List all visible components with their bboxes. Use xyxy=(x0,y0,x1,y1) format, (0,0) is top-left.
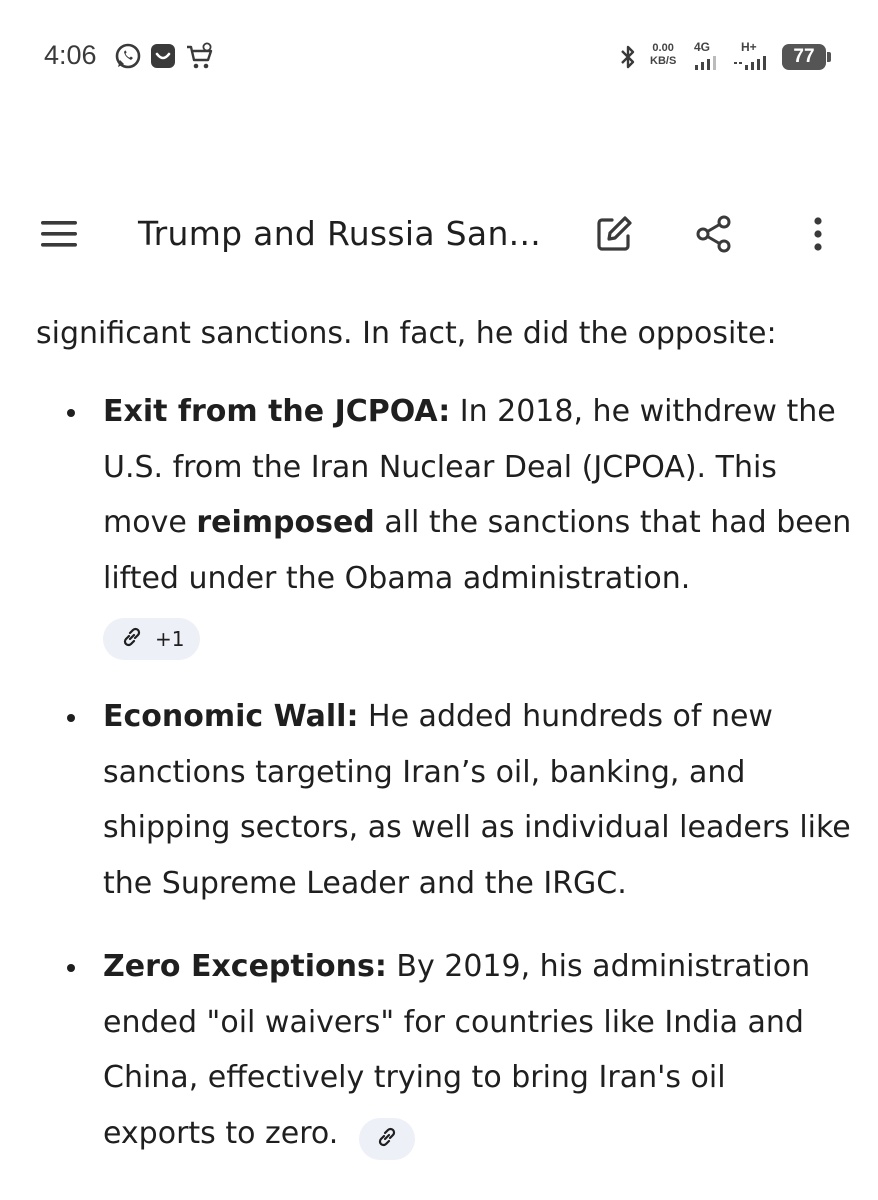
bluetooth-icon xyxy=(619,44,637,74)
lead-paragraph: significant sanctions. In fact, he did t… xyxy=(36,316,777,351)
bullet-dot xyxy=(67,714,75,722)
bullet-text: Economic Wall: He added hundreds of new … xyxy=(103,689,863,911)
bullet-dot xyxy=(67,964,75,972)
bullet-term: Zero Exceptions: xyxy=(103,949,387,984)
whatsapp-icon xyxy=(114,42,142,74)
battery-indicator: 77 xyxy=(782,44,826,70)
source-chip[interactable] xyxy=(359,1118,415,1160)
bullet-term: Exit from the JCPOA: xyxy=(103,394,451,429)
more-vert-icon xyxy=(812,216,824,256)
share-button[interactable] xyxy=(690,212,738,260)
menu-button[interactable] xyxy=(35,212,83,260)
cart-icon xyxy=(185,42,215,76)
link-icon xyxy=(374,1124,400,1155)
signal-icon xyxy=(734,55,770,74)
status-bar: 4:06 0.00 KB/S 4G H+ 77 xyxy=(0,0,878,116)
bullet-emphasis: reimposed xyxy=(196,505,375,540)
more-options-button[interactable] xyxy=(794,212,842,260)
source-chip[interactable]: +1 xyxy=(103,618,201,660)
share-icon xyxy=(694,214,734,258)
bullet-text: Exit from the JCPOA: In 2018, he withdre… xyxy=(103,384,863,606)
edit-button[interactable] xyxy=(590,212,638,260)
status-time: 4:06 xyxy=(44,40,97,70)
speed-value: 0.00 xyxy=(652,42,674,54)
bullet-text: Zero Exceptions: By 2019, his administra… xyxy=(103,939,843,1161)
shopping-bag-icon xyxy=(149,42,177,74)
speed-unit: KB/S xyxy=(650,55,677,67)
network-hplus-label: H+ xyxy=(741,40,757,54)
battery-cap xyxy=(827,52,831,62)
conversation-title[interactable]: Trump and Russia San... xyxy=(138,214,541,253)
network-speed: 0.00 KB/S xyxy=(650,42,676,68)
network-4g-label: 4G xyxy=(694,40,711,54)
app-bar: Trump and Russia San... xyxy=(0,200,878,272)
bullet-term: Economic Wall: xyxy=(103,699,359,734)
source-count: +1 xyxy=(155,627,185,651)
signal-icon xyxy=(694,55,718,74)
menu-icon xyxy=(39,219,79,253)
link-icon xyxy=(119,624,145,655)
bullet-dot xyxy=(67,409,75,417)
edit-icon xyxy=(594,214,634,258)
